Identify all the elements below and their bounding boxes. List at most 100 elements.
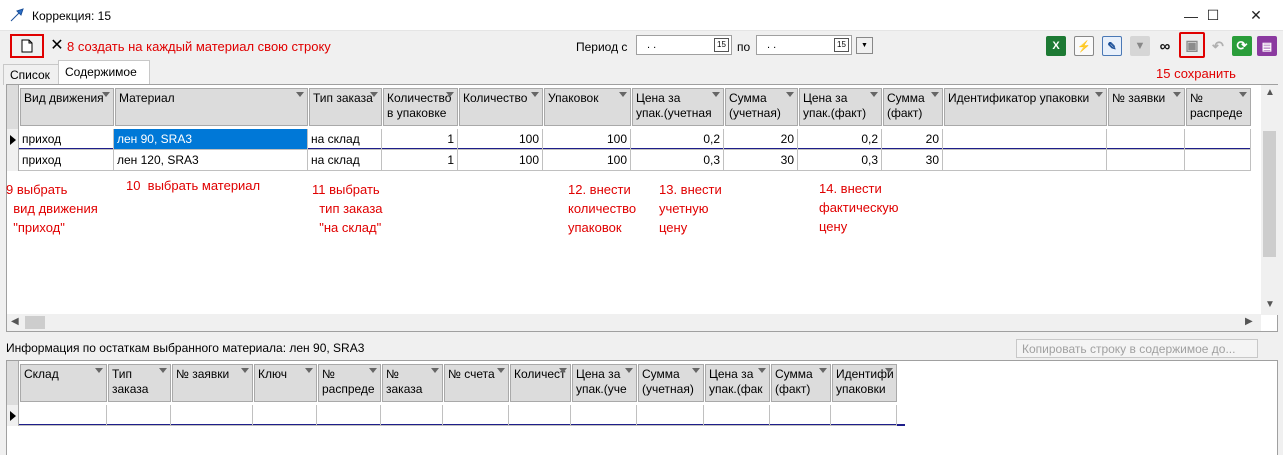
balance-column-header[interactable]: № заявки [172,364,253,402]
sort-dropdown-icon[interactable] [819,368,827,373]
horizontal-scrollbar[interactable]: ◀ ▶ [7,314,1261,331]
period-from-field[interactable]: . . 15 [636,35,732,55]
table-cell[interactable] [1107,129,1185,150]
balance-column-header[interactable]: № счета [444,364,509,402]
table-cell[interactable]: на склад [308,150,382,171]
sort-dropdown-icon[interactable] [786,92,794,97]
table-cell[interactable]: лен 120, SRA3 [114,150,308,171]
sort-dropdown-icon[interactable] [619,92,627,97]
sort-dropdown-icon[interactable] [369,368,377,373]
balance-column-header[interactable]: № заказа [382,364,443,402]
table-row[interactable]: приход лен 120, SRA3 на склад 1 100 100 0,3 30 0… [19,150,1251,171]
table-cell[interactable] [509,405,571,426]
balance-column-header[interactable]: Склад [20,364,107,402]
contents-column-header[interactable]: Упаковок [544,88,631,126]
balance-grid[interactable]: Склад Тип заказа № заявки Ключ № распреде № з… [6,360,1278,455]
balance-column-header[interactable]: Количест [510,364,571,402]
table-cell[interactable] [1185,129,1251,150]
refresh-icon[interactable]: ⟳ [1232,36,1252,56]
new-row-button[interactable] [10,34,44,58]
contents-column-header[interactable]: Сумма (факт) [883,88,943,126]
table-cell[interactable]: 30 [882,150,943,171]
table-cell[interactable]: 20 [882,129,943,150]
balance-column-header[interactable]: № распреде [318,364,381,402]
contents-column-header[interactable]: № заявки [1108,88,1185,126]
contents-column-header[interactable]: № распреде [1186,88,1251,126]
table-cell[interactable] [381,405,443,426]
table-cell[interactable]: 20 [724,129,798,150]
contents-column-header[interactable]: Сумма (учетная) [725,88,798,126]
balance-column-header[interactable]: Идентифи упаковки [832,364,897,402]
sort-dropdown-icon[interactable] [870,92,878,97]
table-cell[interactable]: 0,2 [631,129,724,150]
table-cell[interactable] [171,405,253,426]
table-cell[interactable] [1107,150,1185,171]
table-cell[interactable] [19,405,107,426]
table-cell[interactable]: 100 [543,150,631,171]
table-cell[interactable]: приход [19,150,114,171]
scroll-right-icon[interactable]: ▶ [1245,316,1253,327]
excel-icon[interactable]: X [1046,36,1066,56]
contents-column-header[interactable]: Вид движения [20,88,114,126]
vertical-scroll-thumb[interactable] [1263,131,1276,257]
sort-dropdown-icon[interactable] [431,368,439,373]
horizontal-scroll-thumb[interactable] [25,316,45,329]
edit-icon[interactable]: ✎ [1102,36,1122,56]
contents-grid[interactable]: Вид движения Материал Тип заказа Количество… [6,84,1278,332]
table-cell[interactable] [1185,150,1251,171]
table-cell[interactable] [443,405,509,426]
sort-dropdown-icon[interactable] [497,368,505,373]
sort-dropdown-icon[interactable] [370,92,378,97]
table-cell[interactable] [943,150,1107,171]
table-cell[interactable] [704,405,770,426]
balance-column-header[interactable]: Сумма (факт) [771,364,831,402]
table-cell[interactable]: на склад [308,129,382,150]
balance-column-header[interactable]: Цена за упак.(уче [572,364,637,402]
table-cell[interactable]: 1 [382,150,458,171]
sort-dropdown-icon[interactable] [446,92,454,97]
scroll-up-icon[interactable]: ▲ [1265,87,1275,98]
sort-dropdown-icon[interactable] [1173,92,1181,97]
table-cell[interactable] [571,405,637,426]
table-cell[interactable]: лен 90, SRA3 [114,129,308,150]
sort-dropdown-icon[interactable] [712,92,720,97]
sort-dropdown-icon[interactable] [159,368,167,373]
sort-dropdown-icon[interactable] [95,368,103,373]
table-cell[interactable]: 0,3 [798,150,882,171]
tab-list[interactable]: Список [3,64,59,85]
table-cell[interactable]: 30 [724,150,798,171]
book-icon[interactable]: ▤ [1257,36,1277,56]
copy-row-button[interactable]: Копировать строку в содержимое до... [1016,339,1258,358]
table-cell[interactable] [107,405,171,426]
balance-column-header[interactable]: Ключ [254,364,317,402]
lightning-icon[interactable]: ⚡ [1074,36,1094,56]
table-cell[interactable] [253,405,317,426]
period-dropdown-button[interactable]: ▼ [856,37,873,54]
table-cell[interactable] [317,405,381,426]
pin-icon[interactable]: ▼ [1130,36,1150,56]
maximize-button[interactable]: ☐ [1190,0,1236,31]
contents-column-header[interactable]: Цена за упак.(факт) [799,88,882,126]
table-cell[interactable]: 100 [458,129,543,150]
table-cell[interactable]: 100 [458,150,543,171]
contents-column-header[interactable]: Цена за упак.(учетная [632,88,724,126]
undo-icon[interactable]: ↶ [1208,36,1228,56]
sort-dropdown-icon[interactable] [241,368,249,373]
balance-column-header[interactable]: Сумма (учетная) [638,364,704,402]
balance-column-header[interactable]: Тип заказа [108,364,171,402]
calendar-icon[interactable]: 15 [834,38,849,52]
vertical-scrollbar[interactable]: ▲ ▼ [1261,85,1278,315]
balance-column-header[interactable]: Цена за упак.(фак [705,364,770,402]
sort-dropdown-icon[interactable] [931,92,939,97]
table-cell[interactable]: 1 [382,129,458,150]
period-to-field[interactable]: . . 15 [756,35,852,55]
tab-contents[interactable]: Содержимое [58,60,150,85]
sort-dropdown-icon[interactable] [758,368,766,373]
calendar-icon[interactable]: 15 [714,38,729,52]
table-cell[interactable] [637,405,704,426]
sort-dropdown-icon[interactable] [296,92,304,97]
binoculars-icon[interactable]: ∞ [1155,36,1175,56]
table-cell[interactable]: приход [19,129,114,150]
contents-column-header[interactable]: Количество в упаковке [383,88,458,126]
table-cell[interactable]: 100 [543,129,631,150]
